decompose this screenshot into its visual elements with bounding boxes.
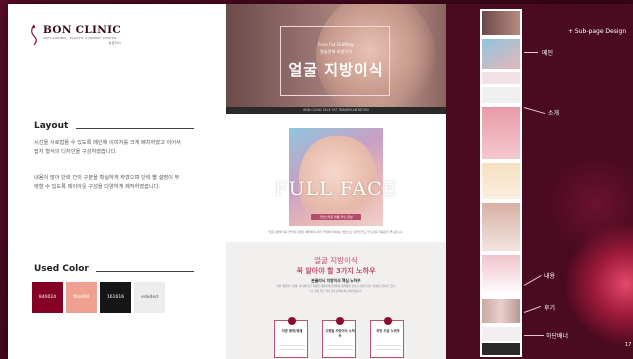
- page-preview: Face Fat Grafting 얼굴전체 지방이식 얼굴 지방이식 BON …: [226, 4, 446, 359]
- info-column: BON CLINIC ANTI-AGEING · PLASTIC SURGERY…: [8, 4, 226, 359]
- thumb-content: [482, 255, 520, 295]
- hero-strip: BON CLINIC FACE FAT TRANSPLANTATION: [226, 107, 446, 114]
- sub-page-heading: + Sub-page Design: [568, 28, 627, 35]
- card-line: [279, 345, 305, 346]
- color-swatches: 840024 f0a090 161616 ededed: [32, 282, 165, 313]
- thumb-content: [482, 163, 520, 199]
- color-swatch: 161616: [100, 282, 131, 313]
- used-color-heading: Used Color: [34, 264, 89, 274]
- card-line: [279, 349, 305, 350]
- brand-tagline-kr: 본클리닉: [108, 40, 121, 45]
- knowhow-heading-2: 꼭 알아야 할 3가지 노하우: [296, 267, 376, 275]
- swatch-label: 840024: [38, 295, 57, 300]
- layout-divider: [76, 128, 194, 129]
- brand-tagline: ANTI-AGEING · PLASTIC SURGERY CENTER: [43, 35, 117, 40]
- layout-heading: Layout: [34, 121, 69, 131]
- hero-subtitle-en: Face Fat Grafting: [318, 42, 354, 47]
- card-label: 지방 채취/정제: [281, 329, 303, 333]
- thumb-text: [482, 72, 520, 84]
- knowhow-subheading: 본클리닉 지방이식 핵심 노하우: [311, 278, 361, 283]
- knowhow-card: 지방 채취/정제: [274, 317, 308, 358]
- label-intro: 소개: [548, 110, 560, 117]
- logo-mark-icon: [31, 24, 37, 46]
- page-number: 17: [625, 342, 632, 348]
- card-line: [327, 349, 353, 350]
- full-face-section: FULL FACE 자연스러운 볼륨 라인 완성 얼굴 지방이식은 본인의 지방…: [226, 114, 446, 242]
- hero-banner: Face Fat Grafting 얼굴전체 지방이식 얼굴 지방이식: [226, 4, 446, 119]
- knowhow-section: 얼굴 지방이식 꼭 알아야 할 3가지 노하우 본클리닉 지방이식 핵심 노하우…: [226, 242, 446, 359]
- color-divider: [96, 271, 194, 272]
- pointer-line: [523, 107, 546, 114]
- card-label: 고정밀 지방이식 노하우: [325, 329, 355, 338]
- thumb-intro: [482, 107, 520, 159]
- full-face-photo: [289, 128, 383, 226]
- knowhow-cards: 지방 채취/정제 고정밀 지방이식 노하우 지방 조공 노하우: [274, 317, 404, 358]
- portfolio-page: BON CLINIC ANTI-AGEING · PLASTIC SURGERY…: [0, 0, 633, 359]
- swatch-label: ededed: [141, 295, 158, 300]
- full-face-description: 얼굴 지방이식은 본인의 지방을 채취하여 꺼진 부위에 이식하는 방법으로 자…: [268, 230, 404, 234]
- color-swatch: 840024: [32, 282, 63, 313]
- presentation-slide: BON CLINIC ANTI-AGEING · PLASTIC SURGERY…: [8, 4, 633, 359]
- knowhow-body: 지방 채취부터 정제, 이식까지 전 과정을 세심하게 진행하여 생착률을 높이…: [276, 285, 396, 293]
- card-line: [327, 345, 353, 346]
- swatch-label: f0a090: [73, 295, 90, 300]
- thumb-footer-bar: [482, 343, 520, 355]
- knowhow-card: 지방 조공 노하우: [370, 317, 404, 358]
- hero-title: 얼굴 지방이식: [288, 61, 384, 79]
- swatch-label: 161616: [106, 295, 125, 300]
- brand-name: BON CLINIC: [43, 23, 121, 36]
- full-face-title: FULL FACE: [274, 178, 398, 200]
- card-line: [375, 345, 401, 346]
- card-badge-icon: [336, 317, 344, 325]
- sub-page-thumbnail-strip: [480, 9, 522, 357]
- full-face-badge: 자연스러운 볼륨 라인 완성: [311, 214, 361, 220]
- label-review: 후기: [544, 305, 556, 312]
- pointer-line: [524, 335, 544, 336]
- knowhow-heading-1: 얼굴 지방이식: [314, 256, 358, 265]
- knowhow-card: 고정밀 지방이식 노하우: [322, 317, 356, 358]
- pointer-line: [524, 52, 538, 53]
- thumb-full-face: [482, 39, 520, 69]
- card-label: 지방 조공 노하우: [376, 329, 400, 333]
- thumb-footer: [482, 327, 520, 341]
- sub-page-column: + Sub-page Design 메인 소개 내용 후기 하단배너 17: [446, 4, 633, 359]
- thumb-main: [482, 11, 520, 35]
- pointer-line: [523, 275, 542, 286]
- card-badge-icon: [288, 317, 296, 325]
- label-main: 메인: [542, 50, 554, 57]
- layout-paragraph-1: 시선을 사로잡을 수 있도록 메인에 이미지를 크게 배치하였고 이어서 잡지 …: [34, 140, 181, 155]
- label-content: 내용: [544, 273, 556, 280]
- layout-paragraph-2: 내용이 많아 단락 간의 구분을 확실하게 하였으며 단락 별 설명이 뚜렷할 …: [34, 175, 180, 190]
- label-footer-banner: 하단배너: [546, 333, 569, 340]
- color-swatch: f0a090: [66, 282, 97, 313]
- card-line: [375, 349, 401, 350]
- thumb-review: [482, 299, 520, 323]
- thumb-text: [482, 87, 520, 103]
- card-badge-icon: [384, 317, 392, 325]
- thumb-content: [482, 203, 520, 251]
- color-swatch: ededed: [134, 282, 165, 313]
- brand-logo: BON CLINIC ANTI-AGEING · PLASTIC SURGERY…: [30, 24, 121, 46]
- pointer-line: [523, 305, 542, 313]
- hero-subtitle-kr: 얼굴전체 지방이식: [319, 49, 353, 54]
